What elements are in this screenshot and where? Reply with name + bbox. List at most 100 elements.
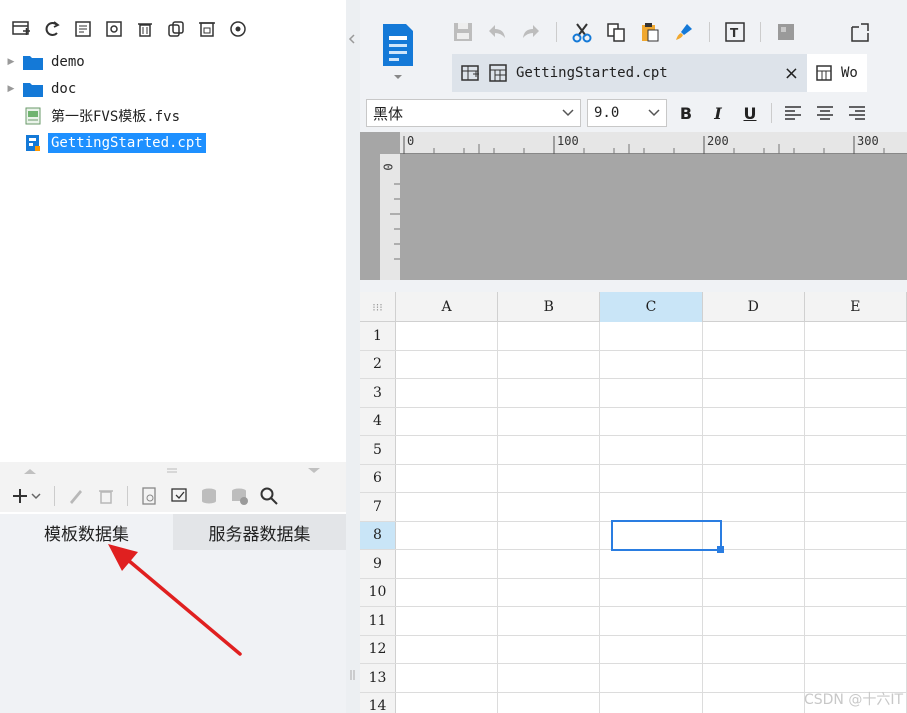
row-header[interactable]: 11 bbox=[360, 607, 396, 635]
grid-cell[interactable] bbox=[498, 550, 601, 578]
grid-cell[interactable] bbox=[703, 664, 805, 692]
panel-divider[interactable] bbox=[346, 0, 360, 713]
gear-file-icon[interactable] bbox=[103, 18, 125, 40]
grid-cell[interactable] bbox=[396, 322, 499, 350]
grid-cell[interactable] bbox=[805, 607, 907, 635]
grid-cell[interactable] bbox=[805, 322, 907, 350]
copy-icon[interactable] bbox=[165, 18, 187, 40]
row-header[interactable]: 2 bbox=[360, 350, 396, 378]
grid-cell[interactable] bbox=[600, 664, 703, 692]
grid-cell[interactable] bbox=[498, 607, 601, 635]
grid-cell[interactable] bbox=[600, 436, 703, 464]
lock-file-icon[interactable] bbox=[196, 18, 218, 40]
grid-cell[interactable] bbox=[600, 322, 703, 350]
grid-cell[interactable] bbox=[805, 550, 907, 578]
column-header-d[interactable]: D bbox=[703, 292, 805, 322]
font-family-select[interactable]: 黑体 bbox=[366, 99, 581, 127]
database-icon[interactable] bbox=[198, 485, 220, 507]
grid-cell[interactable] bbox=[703, 407, 805, 435]
grid-cell[interactable] bbox=[805, 464, 907, 492]
preview-icon[interactable] bbox=[138, 485, 160, 507]
grid-cell[interactable] bbox=[703, 379, 805, 407]
close-icon[interactable]: × bbox=[784, 63, 799, 84]
fill-handle[interactable] bbox=[717, 546, 724, 553]
grid-cell[interactable] bbox=[600, 464, 703, 492]
grid-cell[interactable] bbox=[498, 635, 601, 663]
undo-icon[interactable] bbox=[486, 21, 508, 43]
dataset-preview-icon[interactable] bbox=[168, 485, 190, 507]
grid-cell[interactable] bbox=[396, 493, 499, 521]
export-icon[interactable] bbox=[849, 21, 871, 43]
grid-cell[interactable] bbox=[498, 407, 601, 435]
italic-button[interactable]: I bbox=[705, 99, 731, 127]
column-header-b[interactable]: B bbox=[498, 292, 601, 322]
row-header[interactable]: 3 bbox=[360, 379, 396, 407]
grid-cell[interactable] bbox=[600, 407, 703, 435]
paste-icon[interactable] bbox=[639, 21, 661, 43]
grid-cell[interactable] bbox=[498, 578, 601, 606]
grid-cell[interactable] bbox=[498, 493, 601, 521]
grid-cell[interactable] bbox=[396, 436, 499, 464]
grid-cell[interactable] bbox=[703, 578, 805, 606]
grid-cell[interactable] bbox=[703, 550, 805, 578]
grid-cell[interactable] bbox=[396, 379, 499, 407]
grid-cell[interactable] bbox=[805, 578, 907, 606]
grid-cell[interactable] bbox=[498, 692, 601, 713]
grid-cell[interactable] bbox=[396, 407, 499, 435]
grid-cell[interactable] bbox=[805, 350, 907, 378]
grid-cell[interactable] bbox=[396, 464, 499, 492]
grid-cell[interactable] bbox=[805, 407, 907, 435]
tree-item-fvs[interactable]: 第一张FVS模板.fvs bbox=[0, 102, 346, 129]
grid-cell[interactable] bbox=[805, 379, 907, 407]
row-header[interactable]: 7 bbox=[360, 493, 396, 521]
grid-cell[interactable] bbox=[396, 607, 499, 635]
grid-cell[interactable] bbox=[600, 607, 703, 635]
grid-cell[interactable] bbox=[703, 436, 805, 464]
tree-item-doc[interactable]: ▶ doc bbox=[0, 75, 346, 102]
new-folder-icon[interactable] bbox=[10, 18, 32, 40]
grid-cell[interactable] bbox=[703, 350, 805, 378]
font-size-select[interactable]: 9.0 bbox=[587, 99, 667, 127]
tab-server-dataset[interactable]: 服务器数据集 bbox=[173, 514, 346, 550]
copy-icon[interactable] bbox=[605, 21, 627, 43]
grid-cell[interactable] bbox=[600, 493, 703, 521]
grid-cell[interactable] bbox=[498, 436, 601, 464]
template-type-button[interactable] bbox=[380, 22, 416, 82]
bold-button[interactable]: B bbox=[673, 99, 699, 127]
grid-cell[interactable] bbox=[600, 550, 703, 578]
spreadsheet-grid[interactable]: ⁝⁝⁝ ABCDE 1 2 3 4 5 6 7 8 9 10 11 12 13 14 bbox=[360, 292, 907, 713]
grid-cell[interactable] bbox=[396, 550, 499, 578]
chevron-down-icon[interactable] bbox=[392, 72, 404, 82]
locate-icon[interactable] bbox=[227, 18, 249, 40]
row-header[interactable]: 5 bbox=[360, 436, 396, 464]
edit-icon[interactable] bbox=[65, 485, 87, 507]
grid-cell[interactable] bbox=[498, 521, 601, 549]
underline-button[interactable]: U bbox=[737, 99, 763, 127]
selected-cell[interactable] bbox=[611, 520, 722, 551]
cut-icon[interactable] bbox=[571, 21, 593, 43]
grid-cell[interactable] bbox=[703, 607, 805, 635]
grid-cell[interactable] bbox=[600, 379, 703, 407]
grid-cell[interactable] bbox=[396, 635, 499, 663]
grid-cell[interactable] bbox=[805, 493, 907, 521]
grid-cell[interactable] bbox=[498, 322, 601, 350]
database-remove-icon[interactable] bbox=[228, 485, 250, 507]
grid-cell[interactable] bbox=[805, 635, 907, 663]
grid-cell[interactable] bbox=[805, 521, 907, 549]
expand-arrow-icon[interactable]: ▶ bbox=[0, 57, 22, 67]
column-header-c[interactable]: C bbox=[600, 292, 703, 322]
open-file-icon[interactable] bbox=[72, 18, 94, 40]
tab-gettingstarted[interactable]: GettingStarted.cpt × bbox=[452, 54, 807, 92]
column-header-e[interactable]: E bbox=[805, 292, 907, 322]
row-header[interactable]: 4 bbox=[360, 407, 396, 435]
grid-cell[interactable] bbox=[703, 464, 805, 492]
grid-cell[interactable] bbox=[396, 578, 499, 606]
grid-cell[interactable] bbox=[703, 322, 805, 350]
format-brush-icon[interactable] bbox=[673, 21, 695, 43]
grid-cell[interactable] bbox=[703, 692, 805, 713]
search-icon[interactable] bbox=[258, 485, 280, 507]
delete-icon[interactable] bbox=[134, 18, 156, 40]
grid-cell[interactable] bbox=[498, 664, 601, 692]
add-dataset-icon[interactable] bbox=[10, 485, 44, 507]
refresh-icon[interactable] bbox=[41, 18, 63, 40]
